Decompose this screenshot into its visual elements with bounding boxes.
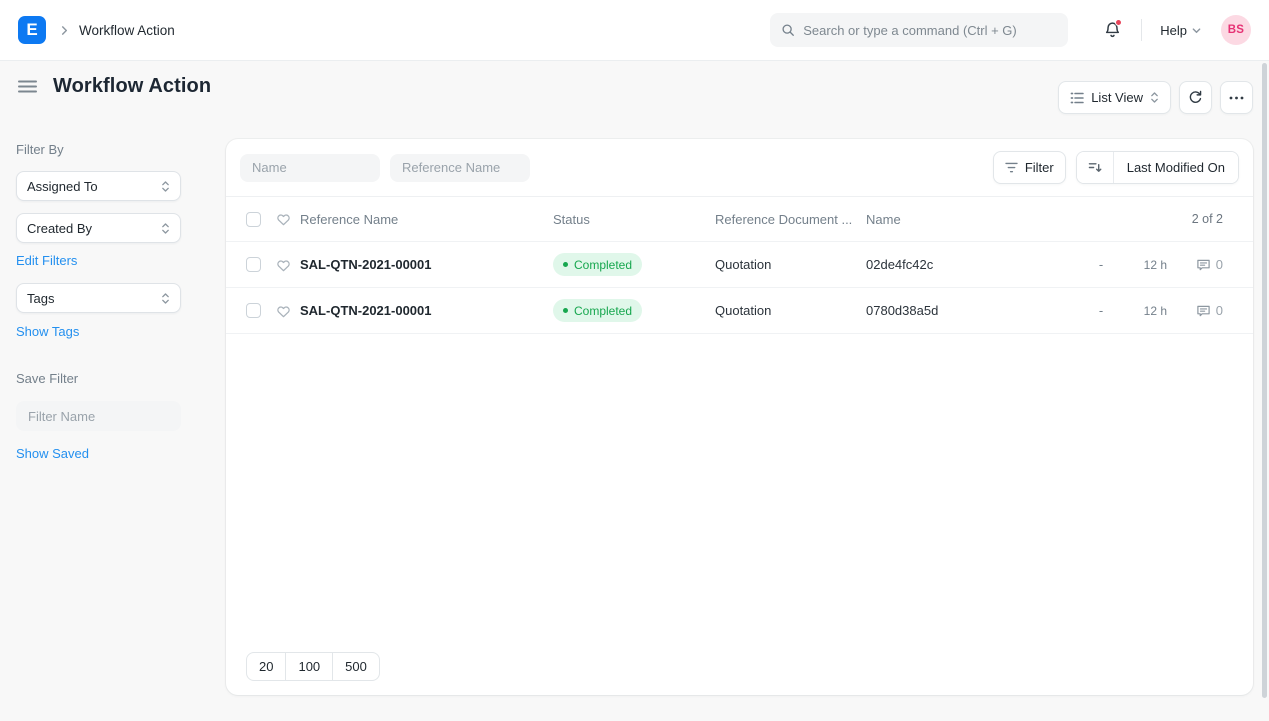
list-view-icon	[1070, 91, 1084, 105]
select-caret-icon	[1150, 91, 1159, 104]
ellipsis-icon	[1229, 96, 1244, 100]
filter-name-input[interactable]	[16, 401, 181, 431]
comment-count: 0	[1216, 257, 1223, 272]
view-switcher-label: List View	[1091, 90, 1143, 105]
global-search[interactable]	[770, 13, 1068, 47]
help-label: Help	[1160, 23, 1187, 38]
row-reference-document: Quotation	[715, 303, 866, 318]
column-header-status: Status	[553, 212, 715, 227]
row-name: 0780d38a5d	[866, 303, 1091, 318]
page-length-20-button[interactable]: 20	[246, 652, 286, 681]
sort-direction-button[interactable]	[1077, 152, 1114, 183]
refresh-icon	[1188, 90, 1203, 105]
search-icon	[781, 23, 795, 37]
chevron-right-icon	[60, 26, 69, 35]
notifications-bell[interactable]	[1104, 21, 1121, 39]
show-tags-link[interactable]: Show Tags	[16, 324, 181, 339]
column-header-reference-name: Reference Name	[300, 212, 553, 227]
list-filter-bar: Filter Last Modified On	[226, 139, 1253, 197]
table-row[interactable]: SAL-QTN-2021-00001 Completed Quotation 0…	[226, 288, 1253, 334]
row-modified-time: 12 h	[1111, 304, 1167, 318]
list-header-row: Reference Name Status Reference Document…	[226, 197, 1253, 242]
tags-select[interactable]: Tags	[16, 283, 181, 313]
page-length-selector: 20 100 500	[246, 652, 380, 681]
assigned-to-select[interactable]: Assigned To	[16, 171, 181, 201]
page-length-100-button[interactable]: 100	[285, 652, 333, 681]
view-switcher-button[interactable]: List View	[1058, 81, 1171, 114]
status-dot-icon	[563, 262, 568, 267]
comment-icon	[1196, 304, 1211, 318]
search-input[interactable]	[803, 23, 1057, 38]
name-filter-input[interactable]	[240, 154, 380, 182]
status-dot-icon	[563, 308, 568, 313]
select-caret-icon	[161, 222, 170, 235]
filter-button-label: Filter	[1025, 160, 1054, 175]
page-header: Workflow Action	[16, 75, 211, 98]
app-logo[interactable]: E	[18, 16, 46, 44]
user-avatar[interactable]: BS	[1221, 15, 1251, 45]
status-badge: Completed	[553, 299, 642, 322]
created-by-value: Created By	[27, 221, 92, 236]
created-by-select[interactable]: Created By	[16, 213, 181, 243]
column-header-name: Name	[866, 212, 1091, 227]
menu-more-button[interactable]	[1220, 81, 1253, 114]
table-row[interactable]: SAL-QTN-2021-00001 Completed Quotation 0…	[226, 242, 1253, 288]
page-length-500-button[interactable]: 500	[332, 652, 380, 681]
navbar: E Workflow Action Help BS	[0, 0, 1269, 61]
avatar-initials: BS	[1228, 24, 1244, 36]
sort-control: Last Modified On	[1076, 151, 1239, 184]
filter-icon	[1005, 162, 1018, 173]
row-assigned-to: -	[1091, 303, 1111, 318]
page-actions: List View	[1058, 81, 1253, 114]
show-saved-link[interactable]: Show Saved	[16, 446, 181, 461]
column-header-reference-document: Reference Document ...	[715, 212, 866, 227]
navbar-divider	[1141, 19, 1142, 41]
comment-icon	[1196, 258, 1211, 272]
refresh-button[interactable]	[1179, 81, 1212, 114]
status-label: Completed	[574, 304, 632, 318]
filter-by-label: Filter By	[16, 142, 181, 157]
row-reference-document: Quotation	[715, 257, 866, 272]
select-all-checkbox[interactable]	[246, 212, 261, 227]
like-heart-icon[interactable]	[276, 258, 300, 272]
tags-value: Tags	[27, 291, 54, 306]
filter-button[interactable]: Filter	[993, 151, 1066, 184]
like-heart-icon[interactable]	[276, 304, 300, 318]
select-caret-icon	[161, 180, 170, 193]
breadcrumb[interactable]: Workflow Action	[79, 23, 175, 38]
app-logo-letter: E	[26, 20, 37, 40]
assigned-to-value: Assigned To	[27, 179, 98, 194]
row-reference-name-link[interactable]: SAL-QTN-2021-00001	[300, 257, 432, 272]
reference-name-filter-input[interactable]	[390, 154, 530, 182]
help-menu[interactable]: Help	[1160, 23, 1201, 38]
sort-descending-icon	[1088, 161, 1102, 174]
sort-field-button[interactable]: Last Modified On	[1114, 152, 1238, 183]
edit-filters-link[interactable]: Edit Filters	[16, 253, 181, 268]
select-caret-icon	[161, 292, 170, 305]
result-count: 2 of 2	[1091, 212, 1223, 226]
row-assigned-to: -	[1091, 257, 1111, 272]
row-checkbox[interactable]	[246, 257, 261, 272]
row-reference-name-link[interactable]: SAL-QTN-2021-00001	[300, 303, 432, 318]
row-modified-time: 12 h	[1111, 258, 1167, 272]
row-name: 02de4fc42c	[866, 257, 1091, 272]
vertical-scrollbar[interactable]	[1262, 63, 1267, 698]
chevron-down-icon	[1192, 26, 1201, 35]
row-checkbox[interactable]	[246, 303, 261, 318]
like-filter-heart-icon[interactable]	[276, 212, 300, 226]
page-title: Workflow Action	[53, 75, 211, 98]
status-label: Completed	[574, 258, 632, 272]
comment-count: 0	[1216, 303, 1223, 318]
status-badge: Completed	[553, 253, 642, 276]
save-filter-label: Save Filter	[16, 371, 181, 386]
list-view-card: Filter Last Modified On Reference Name S…	[226, 139, 1253, 695]
sidebar-toggle-icon[interactable]	[16, 76, 39, 97]
